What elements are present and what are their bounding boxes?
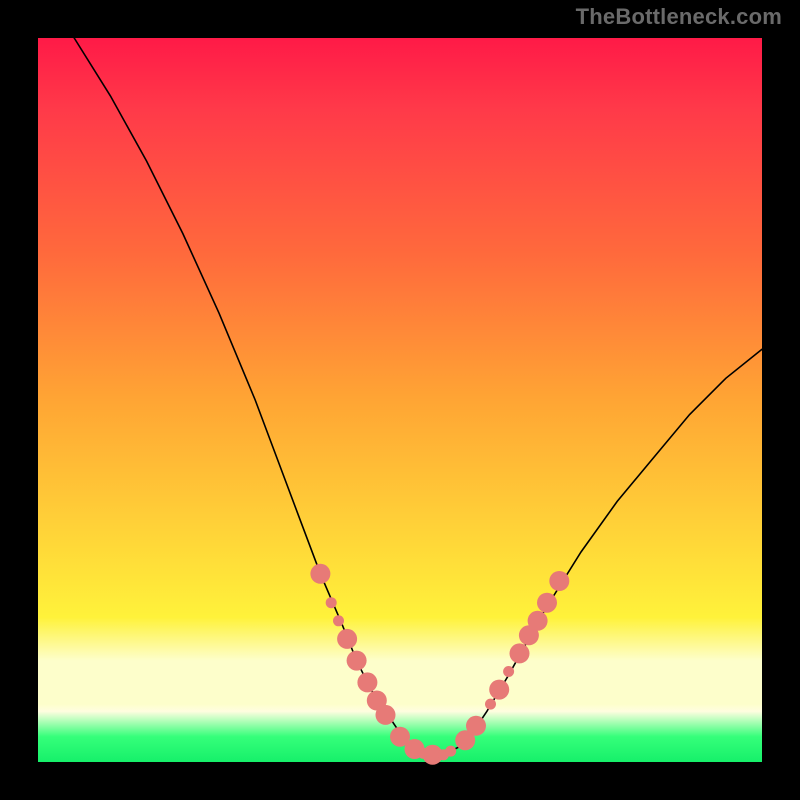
curve-marker [445, 746, 456, 757]
curve-markers-group [310, 564, 569, 765]
curve-marker [357, 672, 377, 692]
curve-marker [537, 593, 557, 613]
curve-marker [510, 643, 530, 663]
curve-marker [376, 705, 396, 725]
watermark-text: TheBottleneck.com [576, 4, 782, 30]
curve-marker [347, 651, 367, 671]
curve-marker [337, 629, 357, 649]
curve-marker [485, 699, 496, 710]
curve-marker [333, 615, 344, 626]
curve-marker [549, 571, 569, 591]
chart-stage: TheBottleneck.com [0, 0, 800, 800]
bottleneck-curve [74, 38, 762, 755]
curve-marker [528, 611, 548, 631]
curve-svg-layer [38, 38, 762, 762]
curve-marker [503, 666, 514, 677]
curve-marker [310, 564, 330, 584]
curve-marker [489, 680, 509, 700]
curve-marker [326, 597, 337, 608]
curve-marker [466, 716, 486, 736]
